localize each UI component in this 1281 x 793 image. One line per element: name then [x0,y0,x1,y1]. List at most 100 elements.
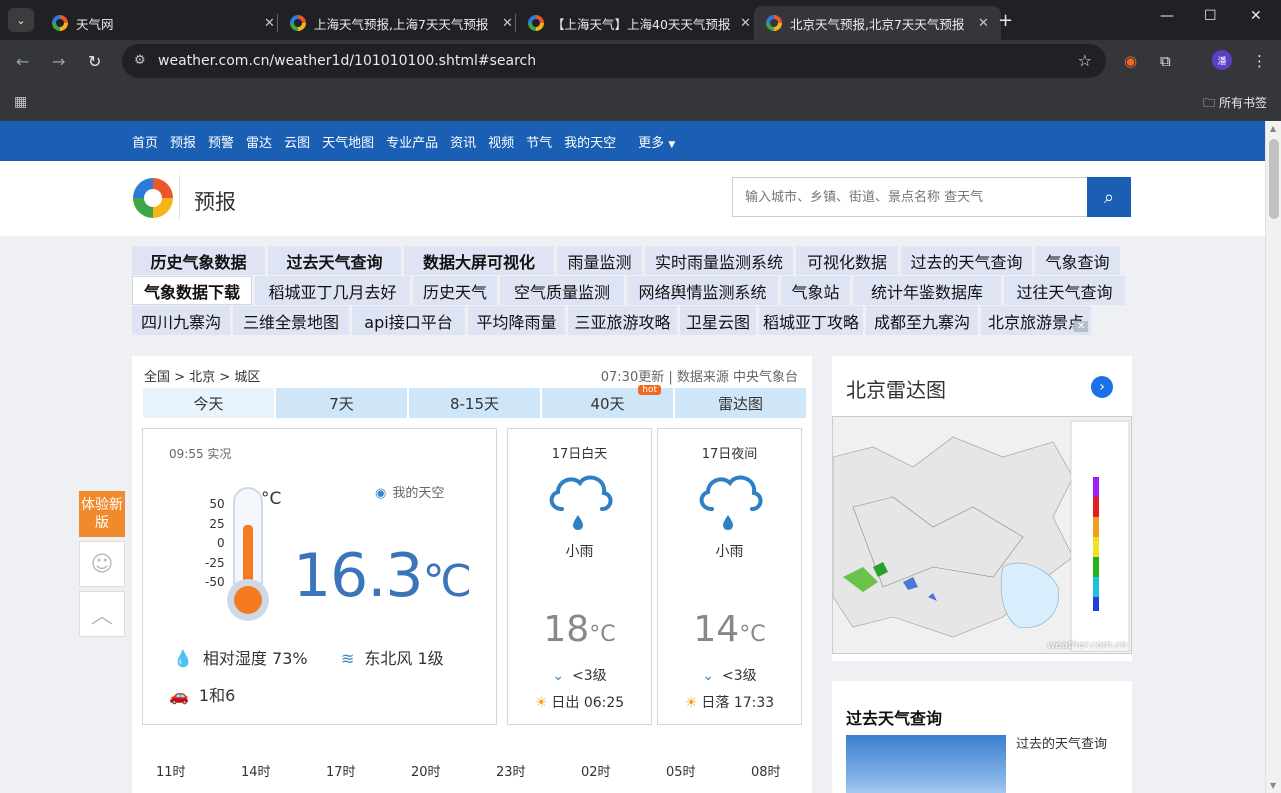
ad-link[interactable]: 过往天气查询 [1004,276,1125,305]
ad-link[interactable]: 四川九寨沟 [132,306,230,335]
tab-title: 北京天气预报,北京7天天气预报 [790,16,965,32]
tab-40day[interactable]: 40天 hot [542,385,673,418]
extension-icon[interactable]: ◉ [1124,52,1137,70]
bookmark-star-icon[interactable]: ☆ [1078,51,1092,70]
nav-more-label: 更多 [638,135,665,151]
address-bar[interactable]: ⚙ weather.com.cn/weather1d/101010100.sht… [122,44,1106,78]
site-info-icon[interactable]: ⚙ [134,53,146,68]
nav-home[interactable]: 首页 [132,132,158,151]
bookmark-bar: ▦ 🗀 所有书签 [0,84,1281,121]
ad-link[interactable]: 三维全景地图 [233,306,349,335]
nav-cloud[interactable]: 云图 [284,132,310,151]
car-icon: 🚗 [169,686,189,705]
nav-radar[interactable]: 雷达 [246,132,272,151]
ad-link[interactable]: 稻城亚丁攻略 [759,306,863,335]
reload-icon[interactable]: ↻ [88,52,101,71]
close-tab-icon[interactable]: ✕ [978,16,989,31]
browser-tab-1[interactable]: 天气网 ✕ [40,6,287,40]
scroll-up-arrow-icon[interactable]: ▲ [1270,124,1276,133]
back-to-top-icon[interactable]: ︿ [79,591,125,637]
close-tab-icon[interactable]: ✕ [740,16,751,31]
browser-tab-3[interactable]: 【上海天气】上海40天天气预报 ✕ [516,6,763,40]
ad-link[interactable]: 历史气象数据 [132,246,265,275]
ad-link[interactable]: 雨量监测 [557,246,642,275]
traffic-limit: 🚗 1和6 [169,682,235,706]
nav-solar-terms[interactable]: 节气 [526,132,552,151]
ad-link[interactable]: 气象数据下载 [132,276,252,305]
tab-label: 雷达图 [717,394,763,413]
new-version-button[interactable]: 体验新版 [79,491,125,537]
thermometer-unit: °C [261,489,282,509]
sky-image[interactable] [846,735,1006,793]
feedback-smiley-icon[interactable]: ☺ [79,541,125,587]
nav-forecast[interactable]: 预报 [170,132,196,151]
ad-close-icon[interactable]: ✕ [1074,321,1089,332]
browser-tab-4-active[interactable]: 北京天气预报,北京7天天气预报 ✕ [754,6,1001,40]
minimize-icon[interactable]: — [1160,8,1174,24]
ad-link[interactable]: 三亚旅游攻略 [568,306,677,335]
ad-link[interactable]: 过去天气查询 [268,246,401,275]
back-icon[interactable]: ← [16,52,29,71]
weather-logo[interactable] [133,178,173,218]
ad-link[interactable]: 成都至九寨沟 [866,306,978,335]
nav-video[interactable]: 视频 [488,132,514,151]
tab-title: 天气网 [76,16,114,32]
scrollbar-thumb[interactable] [1269,139,1279,219]
close-tab-icon[interactable]: ✕ [502,16,513,31]
nav-warning[interactable]: 预警 [208,132,234,151]
tab-8-15day[interactable]: 8-15天 [409,388,540,418]
close-tab-icon[interactable]: ✕ [264,16,275,31]
ad-link[interactable]: 气象查询 [1035,246,1120,275]
hour-label: 02时 [581,765,611,780]
profile-avatar[interactable]: 潘 [1212,50,1232,70]
ad-link[interactable]: 空气质量监测 [500,276,624,305]
maximize-icon[interactable]: ☐ [1204,8,1217,24]
past-weather-link[interactable]: 过去的天气查询 [1016,733,1107,752]
ad-link[interactable]: 网络舆情监测系统 [627,276,778,305]
nav-more[interactable]: 更多 ▼ [638,132,675,151]
scroll-down-arrow-icon[interactable]: ▼ [1270,781,1276,790]
side-float-bar: 体验新版 ☺ ︿ [79,491,125,637]
url-text[interactable]: weather.com.cn/weather1d/101010100.shtml… [158,53,536,69]
apps-grid-icon[interactable]: ▦ [14,94,27,110]
sunrise-text: 日出 06:25 [551,695,625,711]
ad-link[interactable]: 实时雨量监测系统 [645,246,793,275]
ad-link[interactable]: api接口平台 [352,306,465,335]
ad-link[interactable]: 卫星云图 [680,306,756,335]
sunrise: ☀ 日出 06:25 [508,692,651,712]
extensions-puzzle-icon[interactable]: ⧉ [1160,52,1171,70]
city-search-input[interactable] [732,177,1088,217]
tab-7day[interactable]: 7天 [276,388,407,418]
ad-link[interactable]: 历史天气 [413,276,497,305]
ad-link[interactable]: 稻城亚丁几月去好 [255,276,410,305]
all-bookmarks[interactable]: 🗀 所有书签 [1203,94,1267,115]
breadcrumb[interactable]: 全国 > 北京 > 城区 [144,366,260,385]
hot-badge: hot [638,385,661,395]
search-icon: ⌕ [1103,186,1115,208]
day-forecast: 17日白天 小雨 18°C ⌄ <3级 ☀ 日出 06:25 [507,428,652,725]
nav-my-sky[interactable]: 我的天空 [564,132,616,151]
nav-products[interactable]: 专业产品 [386,132,438,151]
tab-today[interactable]: 今天 [143,388,274,418]
nav-news[interactable]: 资讯 [450,132,476,151]
radar-go-arrow-icon[interactable]: › [1091,376,1113,398]
nav-weather-map[interactable]: 天气地图 [322,132,374,151]
ad-link[interactable]: 气象站 [781,276,850,305]
forward-icon[interactable]: → [52,52,65,71]
sunset: ☀ 日落 17:33 [658,692,801,712]
my-sky-link[interactable]: ◉ 我的天空 [375,482,444,501]
browser-tab-2[interactable]: 上海天气预报,上海7天天气预报 ✕ [278,6,525,40]
ad-link[interactable]: 可视化数据 [796,246,898,275]
new-tab-icon[interactable]: + [998,10,1013,31]
ad-link[interactable]: 统计年鉴数据库 [853,276,1001,305]
ad-link[interactable]: 过去的天气查询 [901,246,1032,275]
ad-link[interactable]: 数据大屏可视化 [404,246,554,275]
ad-link[interactable]: 平均降雨量 [468,306,565,335]
search-button[interactable]: ⌕ [1087,177,1131,217]
menu-kebab-icon[interactable]: ⋮ [1252,52,1267,70]
tab-search-button[interactable]: ⌄ [8,8,34,32]
radar-map-image[interactable]: weather.com.cn [832,416,1132,654]
close-window-icon[interactable]: ✕ [1250,8,1262,24]
tab-radar[interactable]: 雷达图 [675,388,806,418]
page-scrollbar[interactable]: ▲ ▼ [1265,121,1281,793]
